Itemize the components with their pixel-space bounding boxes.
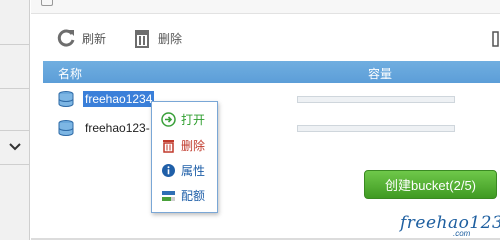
left-divider	[0, 130, 30, 131]
toolbar: 刷新 删除	[31, 24, 491, 52]
refresh-label: 刷新	[82, 31, 107, 46]
trash-icon	[163, 139, 174, 153]
menu-label-quota: 配额	[181, 188, 206, 203]
menu-item-open[interactable]: 打开	[152, 108, 218, 130]
menu-item-properties[interactable]: 属性	[152, 159, 218, 181]
open-arrow-icon	[161, 111, 176, 127]
watermark-suffix: .com	[453, 229, 471, 238]
info-icon	[162, 163, 175, 177]
table-header: 名称 容量	[43, 61, 500, 83]
scroll-edge-icon	[492, 31, 499, 47]
table-row[interactable]: freehao1234	[43, 87, 500, 111]
menu-label-open: 打开	[181, 112, 206, 127]
refresh-button[interactable]: 刷新	[55, 24, 106, 52]
left-divider	[0, 44, 30, 45]
left-divider	[0, 88, 30, 89]
left-panel-strip	[0, 0, 30, 240]
create-bucket-button[interactable]: 创建bucket(2/5)	[364, 170, 497, 199]
quota-icon	[162, 190, 175, 201]
bucket-name[interactable]: freehao123-	[83, 120, 152, 136]
capacity-bar	[297, 125, 455, 132]
capacity-bar	[297, 96, 455, 103]
left-divider	[0, 164, 30, 165]
bucket-icon	[58, 120, 74, 136]
window-icon	[41, 0, 53, 6]
window-title-bar	[31, 0, 500, 14]
trash-icon	[135, 30, 149, 48]
column-header-name[interactable]: 名称	[58, 65, 82, 82]
watermark-logo: freehao123	[400, 213, 500, 233]
menu-item-quota[interactable]: 配额	[152, 184, 218, 206]
refresh-icon	[57, 29, 75, 47]
delete-label: 删除	[158, 31, 183, 46]
context-menu: 打开 删除 属性 配额	[151, 101, 218, 213]
bucket-name[interactable]: freehao1234	[83, 91, 155, 107]
bucket-icon	[58, 91, 74, 107]
table-row[interactable]: freehao123-	[43, 116, 500, 140]
chevron-down-icon[interactable]	[7, 139, 23, 155]
menu-label-delete: 删除	[181, 138, 206, 153]
menu-label-properties: 属性	[181, 163, 206, 178]
delete-button[interactable]: 删除	[131, 24, 182, 52]
menu-item-delete[interactable]: 删除	[152, 134, 218, 156]
column-header-capacity[interactable]: 容量	[368, 65, 392, 82]
